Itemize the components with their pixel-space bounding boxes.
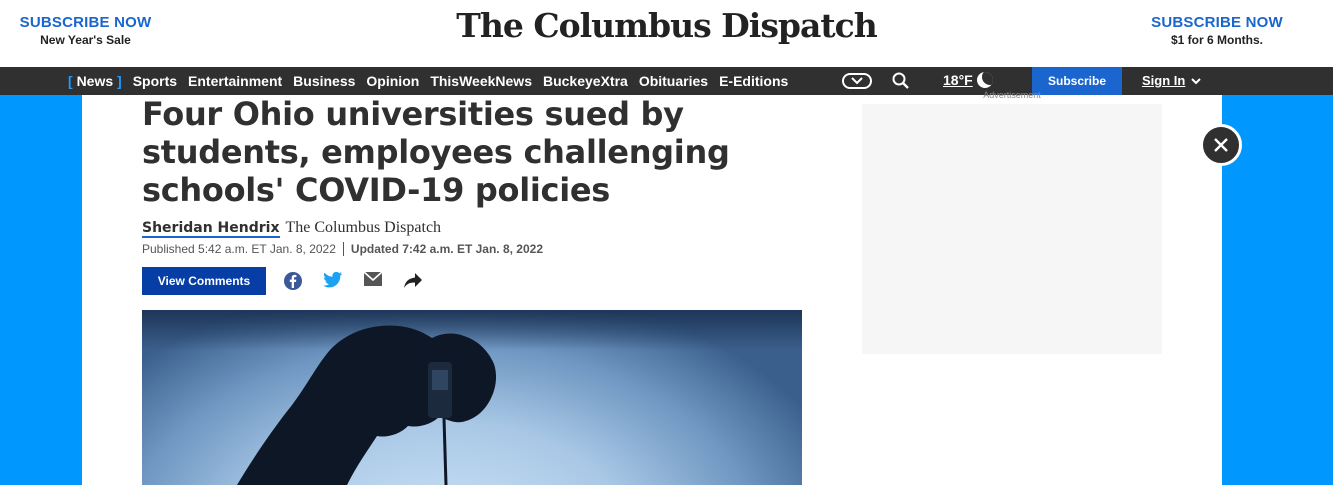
facebook-icon (284, 272, 302, 290)
moon-icon (976, 72, 993, 88)
nav-item-opinion[interactable]: Opinion (366, 73, 419, 89)
chevron-down-icon (851, 77, 863, 85)
nav-active-bracket-left: [ (68, 73, 73, 89)
weather-link[interactable]: 18°F (943, 72, 993, 88)
top-header: SUBSCRIBE NOW New Year's Sale The Columb… (0, 0, 1333, 67)
nav-item-entertainment[interactable]: Entertainment (188, 73, 282, 89)
close-icon (1214, 138, 1228, 152)
chevron-down-icon (1191, 77, 1202, 84)
article-page: Four Ohio universities sued by students,… (82, 90, 1222, 485)
more-menu-button[interactable] (842, 73, 872, 89)
published-date: Published 5:42 a.m. ET Jan. 8, 2022 (142, 242, 336, 256)
view-comments-button[interactable]: View Comments (142, 267, 266, 295)
search-icon (892, 72, 909, 89)
nav-item-obituaries[interactable]: Obituaries (639, 73, 708, 89)
sign-in-label[interactable]: Sign In (1142, 73, 1185, 88)
article-dates: Published 5:42 a.m. ET Jan. 8, 2022 Upda… (142, 242, 543, 256)
nav-item-news[interactable]: [ News ] (68, 73, 122, 89)
weather-temp[interactable]: 18°F (943, 72, 973, 88)
share-facebook-button[interactable] (283, 271, 305, 291)
share-email-button[interactable] (363, 271, 385, 291)
promo-right-subline[interactable]: $1 for 6 Months. (1149, 33, 1285, 47)
share-twitter-button[interactable] (323, 271, 345, 291)
twitter-icon (323, 271, 343, 288)
nav-items: [ News ] Sports Entertainment Business O… (68, 67, 799, 95)
site-logo[interactable]: The Columbus Dispatch (0, 6, 1333, 45)
nav-item-news-label[interactable]: News (77, 73, 114, 89)
nav-item-sports[interactable]: Sports (133, 73, 177, 89)
share-more-button[interactable] (403, 271, 425, 291)
updated-date: Updated 7:42 a.m. ET Jan. 8, 2022 (350, 242, 543, 256)
sign-in-button[interactable]: Sign In (1142, 73, 1203, 88)
email-icon (363, 271, 383, 286)
subscribe-promo-right[interactable]: SUBSCRIBE NOW $1 for 6 Months. (1149, 14, 1285, 47)
close-overlay-button[interactable] (1200, 124, 1242, 166)
article-headline: Four Ohio universities sued by students,… (142, 95, 730, 209)
byline: Sheridan Hendrix The Columbus Dispatch (142, 219, 441, 238)
promo-right-headline[interactable]: SUBSCRIBE NOW (1149, 14, 1285, 31)
nav-item-e-editions[interactable]: E-Editions (719, 73, 788, 89)
nav-item-buckeyextra[interactable]: BuckeyeXtra (543, 73, 628, 89)
nav-active-bracket-right: ] (117, 73, 122, 89)
nav-item-business[interactable]: Business (293, 73, 355, 89)
date-divider (342, 242, 344, 256)
outlet-name: The Columbus Dispatch (285, 219, 442, 236)
advertisement-label: Advertisement (983, 90, 1041, 100)
nav-item-thisweeknews[interactable]: ThisWeekNews (430, 73, 532, 89)
advertisement-slot[interactable] (862, 104, 1162, 354)
share-icon (404, 273, 422, 288)
author-link[interactable]: Sheridan Hendrix (142, 220, 280, 238)
article-hero-image[interactable] (142, 310, 802, 485)
gloved-hand-syringe-silhouette (237, 325, 497, 485)
